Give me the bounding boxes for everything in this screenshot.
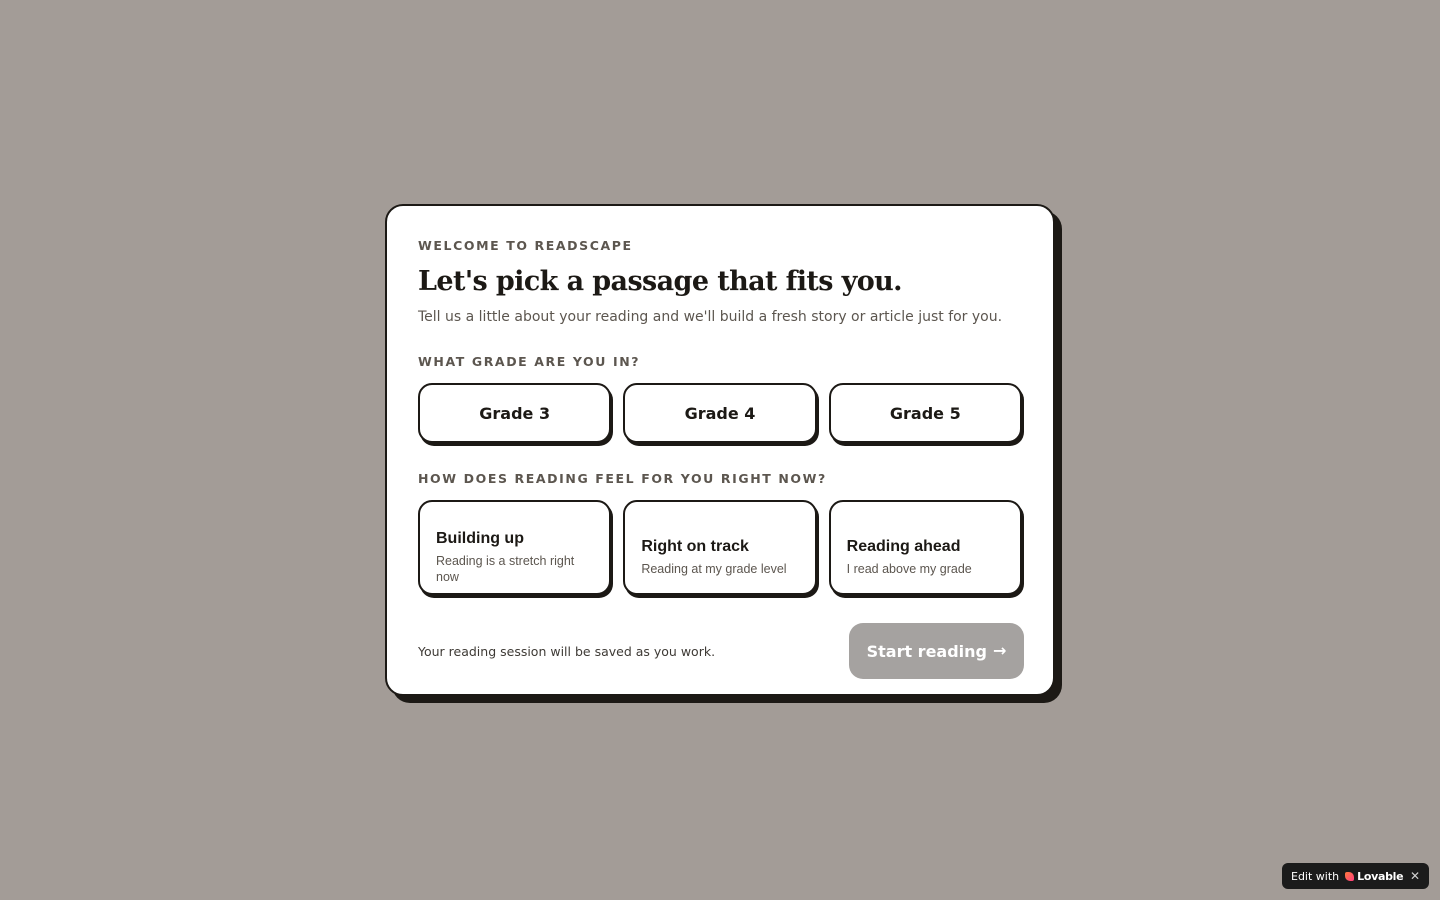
grade-3-button[interactable]: Grade 3 bbox=[418, 383, 612, 443]
badge-brand: Lovable bbox=[1357, 869, 1404, 883]
edit-with-lovable-badge[interactable]: Edit with Lovable ✕ bbox=[1282, 863, 1429, 889]
onboarding-card: WELCOME TO READSCAPE Let's pick a passag… bbox=[385, 204, 1055, 696]
start-reading-label: Start reading bbox=[866, 641, 987, 661]
save-note: Your reading session will be saved as yo… bbox=[418, 643, 716, 659]
lovable-heart-icon bbox=[1345, 871, 1355, 881]
grade-question-label: WHAT GRADE ARE YOU IN? bbox=[418, 354, 641, 369]
eyebrow-label: WELCOME TO READSCAPE bbox=[418, 238, 633, 253]
close-icon[interactable]: ✕ bbox=[1410, 869, 1420, 883]
arrow-right-icon: → bbox=[993, 641, 1007, 660]
start-reading-button[interactable]: Start reading → bbox=[849, 623, 1024, 679]
right-on-track-option[interactable]: Right on track Reading at my grade level bbox=[623, 500, 817, 595]
building-up-option[interactable]: Building up Reading is a stretch right n… bbox=[418, 500, 612, 595]
badge-prefix: Edit with bbox=[1291, 869, 1340, 883]
option-title: Right on track bbox=[641, 537, 749, 555]
reading-level-options: Building up Reading is a stretch right n… bbox=[418, 500, 1022, 595]
grade-options: Grade 3 Grade 4 Grade 5 bbox=[418, 383, 1022, 443]
option-description: I read above my grade bbox=[846, 561, 972, 576]
option-title: Reading ahead bbox=[846, 537, 961, 555]
option-description: Reading is a stretch right now bbox=[436, 553, 575, 584]
grade-4-button[interactable]: Grade 4 bbox=[623, 383, 817, 443]
option-title: Building up bbox=[436, 529, 524, 547]
card-footer: Your reading session will be saved as yo… bbox=[418, 623, 1024, 679]
reading-ahead-option[interactable]: Reading ahead I read above my grade bbox=[828, 500, 1022, 595]
reading-feel-question-label: HOW DOES READING FEEL FOR YOU RIGHT NOW? bbox=[418, 471, 827, 486]
option-description: Reading at my grade level bbox=[641, 561, 787, 576]
page-subtitle: Tell us a little about your reading and … bbox=[418, 309, 1003, 325]
grade-5-button[interactable]: Grade 5 bbox=[828, 383, 1022, 443]
page-title: Let's pick a passage that fits you. bbox=[418, 266, 903, 297]
